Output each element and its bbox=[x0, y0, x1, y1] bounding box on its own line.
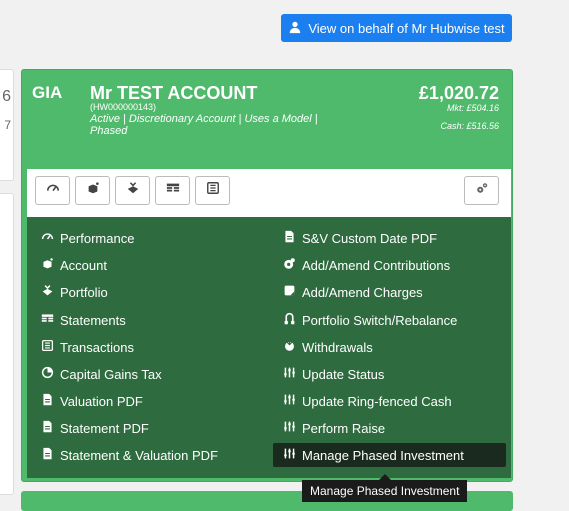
account-button[interactable] bbox=[75, 176, 110, 205]
menu-add-amend-charges[interactable]: Add/Amend Charges bbox=[279, 280, 423, 304]
menu-portfolio-label: Portfolio bbox=[60, 284, 108, 300]
menu-valuation-pdf-label: Valuation PDF bbox=[60, 393, 143, 409]
menu-transactions[interactable]: Transactions bbox=[37, 335, 134, 359]
pie-chart-icon bbox=[41, 366, 54, 382]
cube-icon bbox=[41, 257, 54, 273]
gauge-icon bbox=[41, 230, 54, 246]
document-icon bbox=[283, 230, 296, 246]
side-card-text-mid: 7 bbox=[4, 118, 11, 132]
menu-portfolio-switch-rebalance-label: Portfolio Switch/Rebalance bbox=[302, 312, 458, 328]
tooltip: Manage Phased Investment bbox=[302, 480, 468, 502]
menu-valuation-pdf[interactable]: Valuation PDF bbox=[37, 389, 143, 413]
menu-portfolio-switch-rebalance[interactable]: Portfolio Switch/Rebalance bbox=[279, 308, 457, 332]
account-status: Active | Discretionary Account | Uses a … bbox=[90, 113, 318, 137]
coins-icon bbox=[283, 257, 296, 273]
menu-update-status[interactable]: Update Status bbox=[279, 362, 384, 386]
view-on-behalf-label: View on behalf of Mr Hubwise test bbox=[308, 20, 505, 36]
withdraw-icon bbox=[283, 339, 296, 355]
market-value: Mkt: £504.16 bbox=[446, 103, 499, 113]
menu-sv-custom-date-pdf-label: S&V Custom Date PDF bbox=[302, 230, 438, 246]
menu-capital-gains-tax[interactable]: Capital Gains Tax bbox=[37, 362, 162, 386]
menu-add-amend-contributions[interactable]: Add/Amend Contributions bbox=[279, 253, 450, 277]
menu-portfolio[interactable]: Portfolio bbox=[37, 280, 108, 304]
ledger-icon bbox=[41, 339, 54, 355]
table-icon bbox=[166, 181, 180, 200]
layers-icon bbox=[126, 181, 140, 200]
account-menu: Performance Account Portfolio Statements… bbox=[27, 217, 511, 478]
cash-value: Cash: £516.56 bbox=[440, 121, 499, 131]
menu-statement-pdf-label: Statement PDF bbox=[60, 420, 149, 436]
statements-button[interactable] bbox=[155, 176, 190, 205]
document-icon bbox=[41, 393, 54, 409]
menu-add-amend-contributions-label: Add/Amend Contributions bbox=[302, 257, 451, 273]
settings-button[interactable] bbox=[464, 176, 499, 205]
menu-capital-gains-tax-label: Capital Gains Tax bbox=[60, 366, 162, 382]
gears-icon bbox=[475, 181, 489, 200]
table-icon bbox=[41, 312, 54, 328]
menu-perform-raise[interactable]: Perform Raise bbox=[279, 416, 385, 440]
sliders-icon bbox=[283, 393, 296, 409]
document-icon bbox=[41, 447, 54, 463]
menu-manage-phased-investment[interactable]: Manage Phased Investment bbox=[273, 443, 506, 467]
menu-account-label: Account bbox=[60, 257, 107, 273]
menu-update-status-label: Update Status bbox=[302, 366, 385, 382]
sliders-icon bbox=[283, 447, 296, 463]
menu-add-amend-charges-label: Add/Amend Charges bbox=[302, 284, 423, 300]
account-code: (HW000000143) bbox=[90, 102, 157, 112]
account-name: Mr TEST ACCOUNT bbox=[90, 83, 258, 103]
menu-update-ring-fenced-cash[interactable]: Update Ring-fenced Cash bbox=[279, 389, 452, 413]
menu-statements-label: Statements bbox=[60, 312, 126, 328]
gauge-icon bbox=[46, 181, 60, 200]
menu-withdrawals[interactable]: Withdrawals bbox=[279, 335, 373, 359]
menu-statements[interactable]: Statements bbox=[37, 308, 126, 332]
sliders-icon bbox=[283, 420, 296, 436]
menu-statement-valuation-pdf[interactable]: Statement & Valuation PDF bbox=[37, 443, 218, 467]
view-on-behalf-button[interactable]: View on behalf of Mr Hubwise test bbox=[281, 14, 512, 42]
menu-transactions-label: Transactions bbox=[60, 339, 134, 355]
layers-icon bbox=[41, 284, 54, 300]
sliders-icon bbox=[283, 366, 296, 382]
cube-icon bbox=[86, 181, 100, 200]
side-card: 6 7 bbox=[0, 69, 14, 181]
menu-account[interactable]: Account bbox=[37, 253, 107, 277]
user-icon bbox=[288, 20, 302, 37]
menu-performance-label: Performance bbox=[60, 230, 135, 246]
side-card-lower bbox=[0, 193, 14, 495]
transactions-button[interactable] bbox=[195, 176, 230, 205]
menu-statement-valuation-pdf-label: Statement & Valuation PDF bbox=[60, 447, 219, 463]
document-icon bbox=[41, 420, 54, 436]
portfolio-button[interactable] bbox=[115, 176, 150, 205]
menu-update-ring-fenced-cash-label: Update Ring-fenced Cash bbox=[302, 393, 452, 409]
account-toolbar bbox=[27, 169, 511, 217]
menu-sv-custom-date-pdf[interactable]: S&V Custom Date PDF bbox=[279, 226, 437, 250]
menu-perform-raise-label: Perform Raise bbox=[302, 420, 386, 436]
account-type: GIA bbox=[32, 83, 63, 102]
menu-performance[interactable]: Performance bbox=[37, 226, 134, 250]
side-card-text-top: 6 bbox=[2, 88, 11, 105]
charges-icon bbox=[283, 284, 296, 300]
ledger-icon bbox=[206, 181, 220, 200]
menu-statement-pdf[interactable]: Statement PDF bbox=[37, 416, 149, 440]
menu-manage-phased-investment-label: Manage Phased Investment bbox=[302, 447, 464, 463]
account-amount: £1,020.72 bbox=[418, 83, 499, 103]
account-card: GIA Mr TEST ACCOUNT (HW000000143) Active… bbox=[21, 69, 513, 482]
menu-withdrawals-label: Withdrawals bbox=[302, 339, 373, 355]
switch-icon bbox=[283, 312, 296, 328]
performance-button[interactable] bbox=[35, 176, 70, 205]
